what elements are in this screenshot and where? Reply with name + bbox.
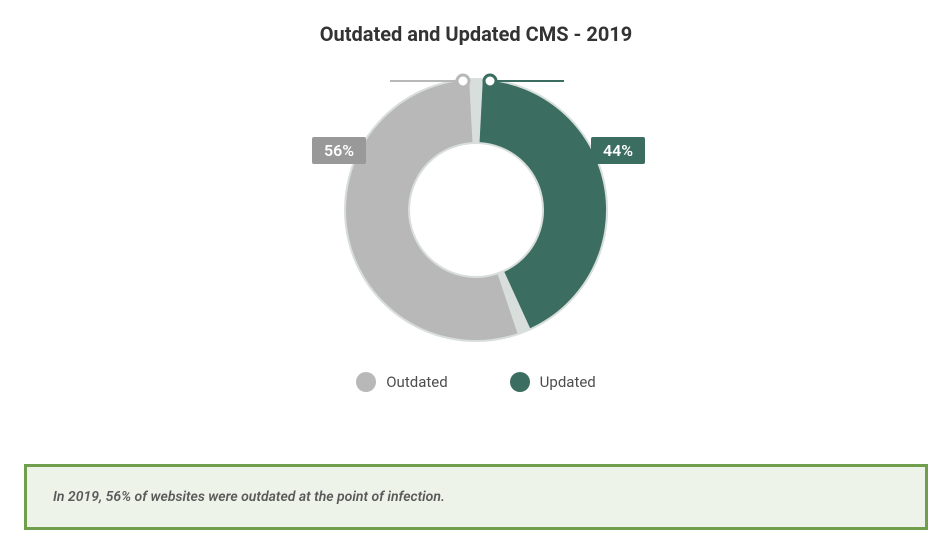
chart-title: Outdated and Updated CMS - 2019 bbox=[0, 22, 952, 46]
chart-container: Outdated and Updated CMS - 2019 56% 44% bbox=[0, 0, 952, 392]
swatch-outdated-icon bbox=[356, 372, 376, 392]
caption-text: In 2019, 56% of websites were outdated a… bbox=[53, 489, 445, 505]
leader-updated bbox=[484, 75, 564, 87]
donut-svg bbox=[0, 70, 952, 360]
legend-label: Outdated bbox=[386, 373, 447, 391]
slice-label-updated: 44% bbox=[591, 137, 645, 164]
legend-label: Updated bbox=[540, 373, 596, 391]
swatch-updated-icon bbox=[510, 372, 530, 392]
slice-label-outdated: 56% bbox=[312, 137, 366, 164]
legend: Outdated Updated bbox=[0, 372, 952, 392]
donut-chart: 56% 44% bbox=[0, 70, 952, 360]
legend-item-updated: Updated bbox=[510, 372, 596, 392]
leader-outdated bbox=[390, 75, 469, 87]
caption-box: In 2019, 56% of websites were outdated a… bbox=[24, 464, 928, 530]
legend-item-outdated: Outdated bbox=[356, 372, 447, 392]
